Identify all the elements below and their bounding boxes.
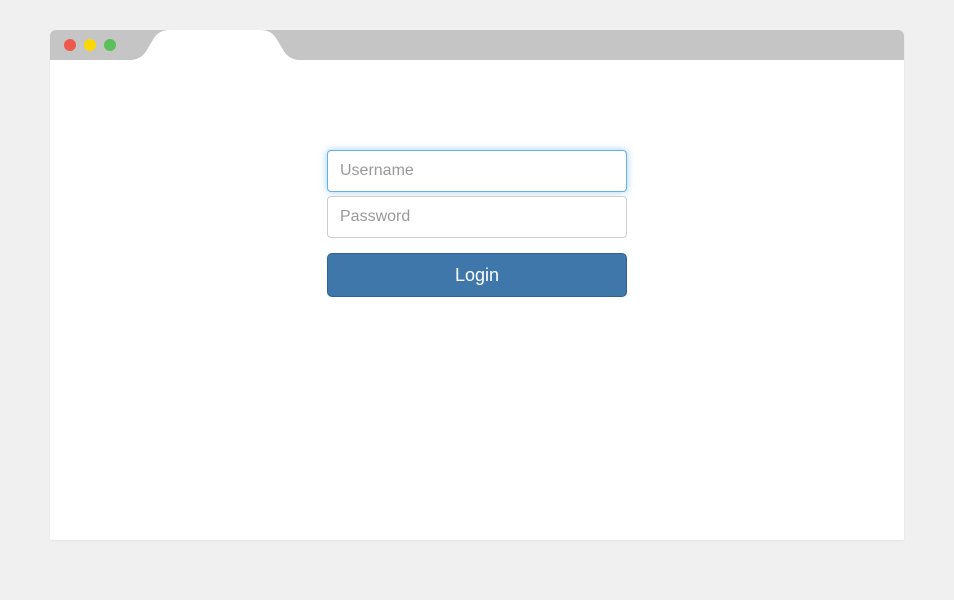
login-button[interactable]: Login: [327, 253, 627, 297]
browser-tab[interactable]: [130, 30, 300, 60]
minimize-icon[interactable]: [84, 39, 96, 51]
login-form: Login: [327, 150, 627, 540]
username-input[interactable]: [327, 150, 627, 192]
password-input[interactable]: [327, 196, 627, 238]
browser-window: Login: [50, 30, 904, 540]
close-icon[interactable]: [64, 39, 76, 51]
browser-titlebar: [50, 30, 904, 60]
maximize-icon[interactable]: [104, 39, 116, 51]
traffic-lights: [64, 39, 116, 51]
browser-content: Login: [50, 60, 904, 540]
